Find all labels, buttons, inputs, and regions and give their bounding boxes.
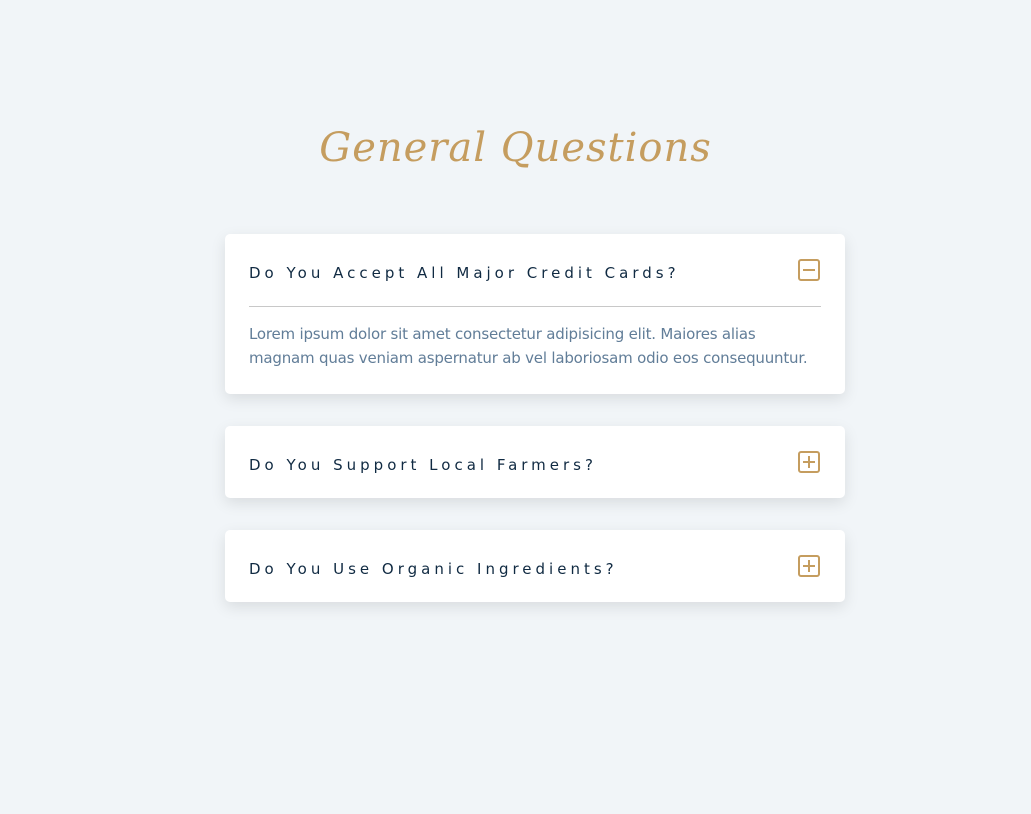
- plus-square-icon[interactable]: [798, 555, 820, 577]
- faq-header[interactable]: Do You Support Local Farmers?: [249, 426, 821, 498]
- faq-answer: Lorem ipsum dolor sit amet consectetur a…: [249, 325, 808, 367]
- faq-question: Do You Use Organic Ingredients?: [249, 560, 618, 578]
- faq-list: Do You Accept All Major Credit Cards? Lo…: [225, 234, 845, 634]
- faq-question: Do You Accept All Major Credit Cards?: [249, 264, 680, 282]
- faq-item: Do You Use Organic Ingredients?: [225, 530, 845, 602]
- faq-question: Do You Support Local Farmers?: [249, 456, 597, 474]
- plus-bar-vertical: [807, 560, 811, 572]
- faq-header[interactable]: Do You Use Organic Ingredients?: [249, 530, 821, 602]
- plus-square-icon[interactable]: [798, 451, 820, 473]
- faq-item: Do You Accept All Major Credit Cards? Lo…: [225, 234, 845, 394]
- minus-bar: [803, 268, 815, 272]
- plus-bar-vertical: [807, 456, 811, 468]
- page-title: General Questions: [319, 125, 712, 171]
- faq-header[interactable]: Do You Accept All Major Credit Cards?: [249, 234, 821, 306]
- minus-square-icon[interactable]: [798, 259, 820, 281]
- faq-item: Do You Support Local Farmers?: [225, 426, 845, 498]
